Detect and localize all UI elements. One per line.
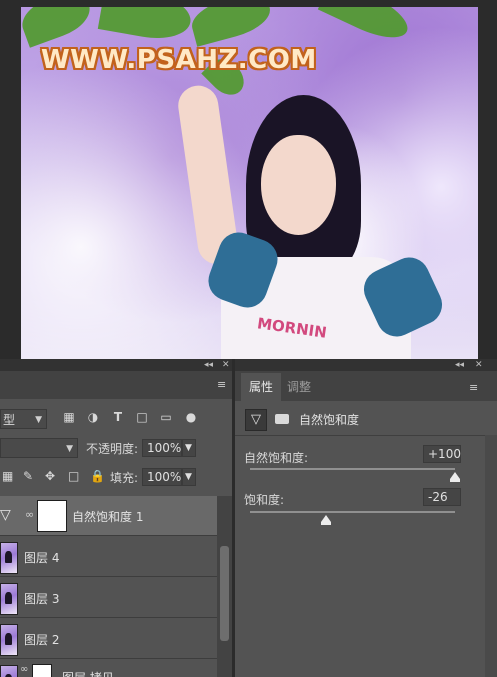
layer-row[interactable]: 图层 4 — [0, 537, 217, 577]
properties-header: ▽ 自然饱和度 — [235, 403, 485, 436]
layer-name: 图层 拷贝 — [62, 669, 114, 677]
layer-mask-thumbnail[interactable] — [37, 500, 67, 532]
face-shape — [261, 135, 336, 235]
lock-transparent-icon[interactable]: ▦ — [2, 469, 13, 483]
layer-row[interactable]: 图层 2 — [0, 619, 217, 659]
lock-image-brush-icon[interactable]: ✎ — [23, 469, 33, 483]
layer-name: 自然饱和度 1 — [72, 510, 144, 524]
lock-all-icon[interactable]: 🔒 — [90, 469, 105, 483]
vibrance-adjustment-icon: ▽ — [0, 507, 11, 523]
layer-name: 图层 2 — [24, 633, 60, 647]
close-panel-button[interactable]: ✕ — [475, 359, 483, 371]
filter-toggle-icon[interactable]: ● — [184, 410, 198, 424]
saturation-slider-thumb[interactable] — [320, 515, 331, 525]
vibrance-input[interactable]: +100 — [423, 445, 461, 463]
layer-thumbnail — [0, 665, 18, 677]
leaf-shape — [317, 7, 415, 48]
vibrance-label: 自然饱和度: — [244, 451, 309, 465]
pixel-layer-filter-icon[interactable]: ▦ — [62, 410, 76, 424]
fill-label: 填充: — [110, 471, 139, 485]
fill-input[interactable]: 100% — [142, 468, 182, 486]
properties-panel: ◂◂ ✕ 属性 调整 ≡ ▽ 自然饱和度 自然饱和度: +100 饱和度: -2… — [235, 359, 497, 677]
leaf-shape — [97, 7, 195, 45]
opacity-label: 不透明度: — [86, 442, 139, 456]
layer-mask-thumbnail[interactable] — [32, 664, 52, 677]
shape-layer-filter-icon[interactable]: □ — [135, 410, 149, 424]
fill-dropdown-button[interactable]: ▼ — [182, 468, 196, 486]
tab-adjustments[interactable]: 调整 — [281, 373, 317, 401]
saturation-label: 饱和度: — [244, 493, 285, 507]
document-canvas[interactable]: MORNIN WWW.PSAHZ.COM — [21, 7, 478, 359]
adjustment-title: 自然饱和度 — [299, 413, 360, 427]
saturation-slider-track[interactable] — [250, 511, 455, 513]
layer-row-adjustment[interactable]: ▽ ∞ 自然饱和度 1 — [0, 496, 217, 536]
layer-thumbnail — [0, 624, 18, 656]
collapse-panel-button[interactable]: ◂◂ — [204, 359, 213, 371]
panel-menu-icon[interactable]: ≡ — [217, 378, 226, 391]
layer-name: 图层 4 — [24, 551, 60, 565]
collapse-panel-button[interactable]: ◂◂ — [455, 359, 464, 371]
layer-thumbnail — [0, 542, 18, 574]
artboard-lock-icon[interactable]: □ — [68, 469, 79, 483]
leaf-shape — [21, 7, 96, 48]
mask-icon[interactable] — [272, 409, 292, 429]
watermark-text: WWW.PSAHZ.COM — [41, 45, 317, 75]
mask-link-icon[interactable]: ∞ — [25, 508, 34, 521]
layers-panel: ◂◂ ✕ ≡ 型 ▼ ▦ ◑ T □ ▭ ● ▼ 不透明度: 100% ▼ ▦ ✎… — [0, 359, 232, 677]
lock-position-move-icon[interactable]: ✥ — [45, 469, 55, 483]
tab-properties[interactable]: 属性 — [241, 373, 281, 401]
vibrance-slider-thumb[interactable] — [450, 472, 460, 482]
smart-object-filter-icon[interactable]: ▭ — [159, 410, 173, 424]
opacity-dropdown-button[interactable]: ▼ — [182, 439, 196, 457]
layer-thumbnail — [0, 583, 18, 615]
saturation-input[interactable]: -26 — [423, 488, 461, 506]
scrollbar-thumb[interactable] — [220, 546, 229, 641]
layers-tab-strip: ≡ — [0, 371, 232, 399]
layer-row[interactable]: ∞ 图层 拷贝 — [0, 660, 217, 677]
blend-mode-select[interactable]: ▼ — [0, 438, 78, 458]
vibrance-slider-track[interactable] — [250, 468, 455, 470]
panel-header-bar: ◂◂ ✕ — [235, 359, 497, 371]
layers-scrollbar[interactable] — [217, 496, 232, 677]
leaf-shape — [187, 7, 275, 47]
type-layer-filter-icon[interactable]: T — [111, 410, 125, 424]
opacity-input[interactable]: 100% — [142, 439, 182, 457]
layer-name: 图层 3 — [24, 592, 60, 606]
panel-menu-icon[interactable]: ≡ — [469, 381, 478, 394]
panel-header-bar: ◂◂ ✕ — [0, 359, 232, 371]
adjustment-layer-filter-icon[interactable]: ◑ — [86, 410, 100, 424]
layer-row[interactable]: 图层 3 — [0, 578, 217, 618]
close-panel-button[interactable]: ✕ — [222, 359, 230, 371]
properties-scrollbar[interactable] — [485, 435, 497, 677]
mask-link-icon[interactable]: ∞ — [20, 664, 28, 675]
vibrance-adjustment-icon[interactable]: ▽ — [245, 409, 267, 431]
layer-kind-filter[interactable]: 型 ▼ — [0, 409, 47, 429]
